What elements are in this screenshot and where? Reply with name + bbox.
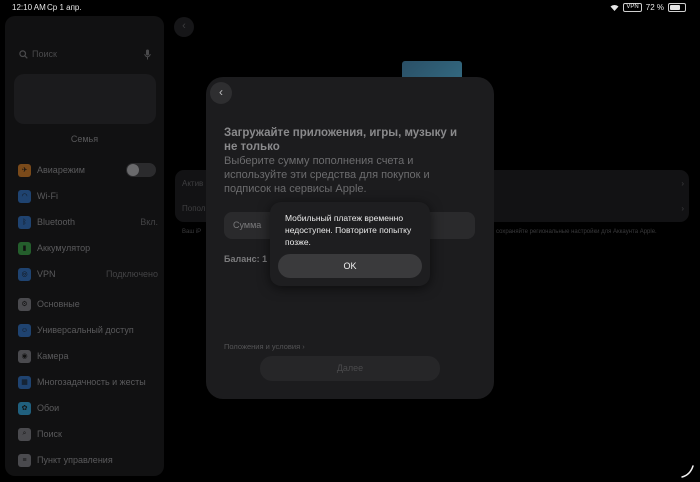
status-time: 12:10 AM [12,3,46,12]
sidebar-item-multitasking[interactable]: ▦ Многозадачность и жесты [18,374,158,390]
sidebar-item-label: Многозадачность и жесты [37,377,146,387]
sidebar-item-label: VPN [37,269,56,279]
airplane-icon: ✈ [18,163,31,177]
vpn-badge: VPN [623,3,642,12]
sidebar-item-label: Bluetooth [37,217,76,227]
bluetooth-icon: ᛒ [18,215,31,229]
wifi-icon: ◠ [18,189,31,203]
sidebar-item-accessibility[interactable]: ☺ Универсальный доступ [18,322,158,338]
battery-fill [670,5,680,10]
sidebar-item-search[interactable]: ⌕ Поиск [18,426,158,442]
bluetooth-value: Вкл. [140,217,158,227]
chevron-right-icon: › [681,204,684,213]
wifi-status-icon [610,4,619,11]
control-center-icon: ≡ [18,453,31,467]
sidebar-item-bluetooth[interactable]: ᛒ Bluetooth Вкл. [18,214,158,230]
search-placeholder: Поиск [32,49,57,59]
battery-icon: ▮ [18,241,31,255]
status-bar: 12:10 AM Ср 1 апр. VPN 72 % [0,0,700,16]
sidebar-item-label: Камера [37,351,69,361]
multitasking-icon: ▦ [18,375,31,389]
vpn-icon: ◎ [18,267,31,281]
battery-icon [668,3,686,12]
settings-sidebar: Поиск Семья ✈ Авиарежим ◠ Wi-Fi ᛒ Blueto… [5,16,164,476]
background-note-left: Ваш iP [182,229,202,235]
sheet-heading: Загружайте приложения, игры, музыку и не… [224,127,458,153]
apple-account-card[interactable] [14,74,156,124]
toggle-knob [127,164,139,176]
sidebar-item-label: Пункт управления [37,455,113,465]
amount-label: Сумма [233,220,262,230]
airplane-toggle[interactable] [126,163,156,177]
alert-message: Мобильный платеж временно недоступен. По… [285,213,412,247]
sidebar-item-label: Поиск [37,429,62,439]
terms-link[interactable]: Положения и условия › [224,342,305,351]
status-right: VPN 72 % [610,3,686,12]
sidebar-item-camera[interactable]: ◉ Камера [18,348,158,364]
sidebar-item-wallpaper[interactable]: ✿ Обои [18,400,158,416]
battery-percent: 72 % [645,3,664,12]
sidebar-item-control-center[interactable]: ≡ Пункт управления [18,452,158,468]
sidebar-item-airplane[interactable]: ✈ Авиарежим [18,162,158,178]
sidebar-item-label: Авиарежим [37,165,85,175]
search-icon: ⌕ [18,427,31,441]
error-alert: Мобильный платеж временно недоступен. По… [270,202,430,286]
search-icon [19,50,28,59]
back-button[interactable]: ‹ [210,82,232,104]
wallpaper-icon: ✿ [18,401,31,415]
sidebar-item-label: Основные [37,299,80,309]
background-row-topup[interactable]: Попол [182,204,205,213]
family-label[interactable]: Семья [5,134,164,144]
sidebar-item-battery[interactable]: ▮ Аккумулятор [18,240,158,256]
chevron-right-icon: › [681,179,684,188]
ok-button[interactable]: OK [278,254,422,278]
search-field[interactable]: Поиск [14,47,153,63]
sidebar-item-label: Обои [37,403,60,413]
sidebar-item-general[interactable]: ⚙ Основные [18,296,158,312]
sidebar-item-label: Wi-Fi [37,191,58,201]
sheet-description: Выберите сумму пополнения счета и исполь… [224,155,430,195]
mic-icon[interactable] [144,49,151,60]
background-back-button[interactable]: ‹ [174,17,194,37]
sidebar-item-wifi[interactable]: ◠ Wi-Fi [18,188,158,204]
status-date: Ср 1 апр. [47,3,82,12]
continue-button[interactable]: Далее [260,356,440,381]
vpn-value: Подключено [105,269,158,279]
gear-icon: ⚙ [18,297,31,311]
chevron-left-icon: ‹ [219,85,223,99]
balance-label: Баланс: 1 8 [224,254,275,264]
sidebar-item-vpn[interactable]: ◎ VPN Подключено [18,266,158,282]
accessibility-icon: ☺ [18,323,31,337]
pencil-stroke-icon [681,465,694,478]
camera-icon: ◉ [18,349,31,363]
sidebar-item-label: Универсальный доступ [37,325,134,335]
sidebar-item-label: Аккумулятор [37,243,91,253]
background-note-right: сохраняйте региональные настройки для Ак… [496,229,657,235]
background-row-activate[interactable]: Актив [182,179,203,188]
